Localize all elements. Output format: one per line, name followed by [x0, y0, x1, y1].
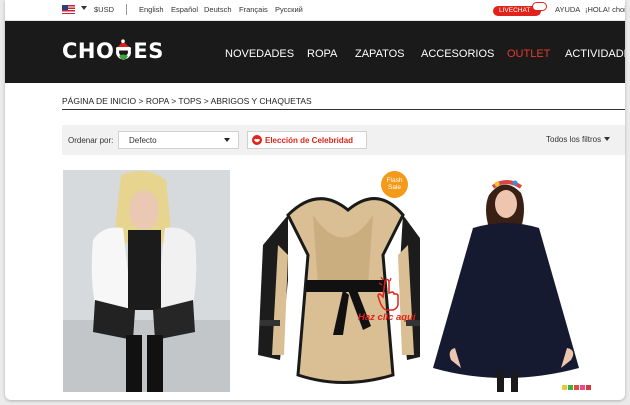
greeting-link[interactable]: ¡HOLA! choies — [585, 5, 625, 14]
color-swatch-crimson[interactable] — [586, 385, 591, 390]
lang-francais[interactable]: Français — [239, 5, 268, 14]
logo-text-left: CHO — [62, 39, 115, 63]
currency-selector[interactable]: $USD — [94, 5, 114, 14]
flash-badge-line2: Sale — [387, 184, 401, 191]
browser-window: $USD English Español Deutsch Français Ру… — [5, 0, 625, 400]
site-logo[interactable]: CHO ES — [62, 39, 164, 63]
celebrity-choice-label: Elección de Celebridad — [265, 136, 354, 145]
nav-outlet[interactable]: OUTLET — [507, 48, 550, 60]
sort-select[interactable]: Defecto — [118, 131, 239, 149]
click-here-overlay[interactable]: Haz clic aquí — [358, 312, 416, 323]
us-flag-icon[interactable] — [62, 5, 75, 14]
logo-text-right: ES — [133, 39, 164, 63]
chevron-down-icon[interactable] — [81, 6, 87, 10]
lips-icon — [252, 135, 262, 145]
all-filters-label: Todos los filtros — [546, 135, 602, 144]
color-swatch-green[interactable] — [568, 385, 573, 390]
sort-value: Defecto — [129, 136, 157, 145]
product-image-cape-coat[interactable] — [431, 170, 597, 392]
chat-bubble-icon — [532, 2, 547, 11]
nav-actividades[interactable]: ACTIVIDADES — [565, 48, 625, 60]
pointing-hand-icon — [377, 277, 399, 311]
color-swatch-yellow[interactable] — [562, 385, 567, 390]
lang-espanol[interactable]: Español — [171, 5, 198, 14]
nav-accesorios[interactable]: ACCESORIOS — [421, 48, 494, 60]
nav-zapatos[interactable]: ZAPATOS — [355, 48, 405, 60]
filter-bar: Ordenar por: Defecto Elección de Celebri… — [62, 125, 625, 155]
lang-english[interactable]: English — [139, 5, 164, 14]
lang-deutsch[interactable]: Deutsch — [204, 5, 232, 14]
divider — [126, 4, 127, 15]
caret-down-icon — [604, 137, 611, 141]
caret-down-icon — [224, 138, 230, 142]
top-bar: $USD English Español Deutsch Français Ру… — [5, 0, 625, 21]
all-filters-toggle[interactable]: Todos los filtros — [546, 135, 611, 144]
help-link[interactable]: AYUDA — [555, 5, 580, 14]
breadcrumb[interactable]: PÁGINA DE INICIO > ROPA > TOPS > ABRIGOS… — [62, 96, 312, 106]
cape-coat-illustration — [433, 180, 579, 392]
flash-badge-line1: Flash — [386, 177, 403, 184]
color-swatch-red[interactable] — [574, 385, 579, 390]
breadcrumb-divider — [62, 109, 625, 110]
site-header: CHO ES NOVEDADES ROPA ZAPATOS ACCESORIOS … — [5, 21, 625, 83]
color-swatch-pink[interactable] — [580, 385, 585, 390]
nav-ropa[interactable]: ROPA — [307, 48, 337, 60]
lang-russian[interactable]: Русский — [275, 5, 303, 14]
celebrity-choice-button[interactable]: Elección de Celebridad — [247, 131, 367, 149]
nav-novedades[interactable]: NOVEDADES — [225, 48, 294, 60]
sort-label: Ordenar por: — [68, 136, 114, 145]
santa-hat-icon — [114, 39, 133, 60]
product-image-fur-jacket[interactable] — [63, 170, 230, 392]
flash-sale-badge: Flash Sale — [381, 171, 408, 198]
fur-jacket-illustration — [63, 170, 230, 392]
